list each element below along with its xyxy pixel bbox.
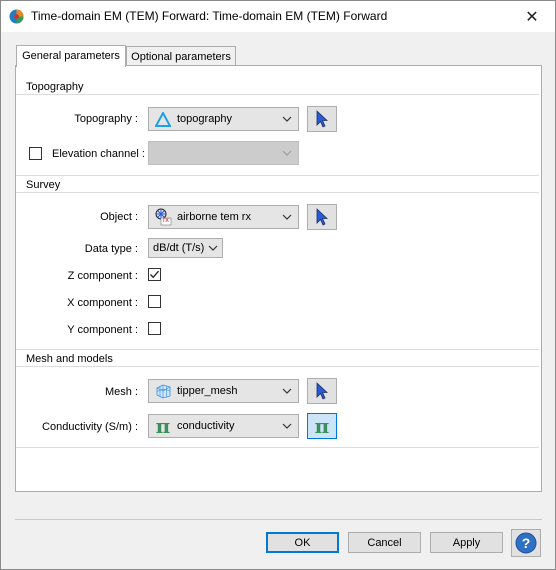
conductivity-select[interactable]: π conductivity [148, 414, 299, 438]
cancel-button[interactable]: Cancel [348, 532, 421, 553]
apply-button[interactable]: Apply [430, 532, 503, 553]
mesh-label: Mesh : [104, 386, 138, 398]
conductivity-label: Conductivity (S/m) : [42, 421, 138, 433]
x-component-label: X component : [67, 297, 138, 309]
close-button[interactable]: ✕ [509, 1, 555, 32]
mesh-pick-button[interactable] [307, 378, 337, 404]
z-component-checkbox[interactable] [148, 268, 161, 281]
elevation-channel-checkbox[interactable] [29, 147, 42, 160]
data-type-value: dB/dt (T/s) [153, 242, 205, 254]
help-icon: ? [515, 532, 537, 554]
topography-select-value: topography [177, 113, 233, 125]
mesh-grid-icon [154, 382, 172, 400]
chevron-down-icon [208, 245, 218, 251]
elevation-channel-select[interactable] [148, 141, 299, 165]
receiver-icon: rx [154, 208, 172, 226]
ok-button[interactable]: OK [266, 532, 339, 553]
topography-pick-button[interactable] [307, 106, 337, 132]
svg-text:?: ? [522, 535, 531, 551]
tab-panel: Topography Topography : topography Eleva… [15, 65, 542, 492]
tab-label: Optional parameters [131, 51, 231, 63]
footer-divider [15, 519, 542, 520]
app-logo-icon [9, 9, 24, 24]
data-type-select[interactable]: dB/dt (T/s) [148, 238, 223, 258]
title-bar: Time-domain EM (TEM) Forward: Time-domai… [1, 1, 555, 32]
mesh-group-title: Mesh and models [26, 353, 113, 365]
chevron-down-icon [282, 150, 292, 156]
x-component-checkbox[interactable] [148, 295, 161, 308]
conductivity-constant-toggle[interactable]: π [307, 413, 337, 439]
y-component-checkbox[interactable] [148, 322, 161, 335]
object-pick-button[interactable] [307, 204, 337, 230]
topography-label: Topography : [74, 113, 138, 125]
dialog-window: Time-domain EM (TEM) Forward: Time-domai… [0, 0, 556, 570]
object-select-value: airborne tem rx [177, 211, 251, 223]
data-type-label: Data type : [84, 243, 138, 255]
mesh-select-value: tipper_mesh [177, 385, 238, 397]
pi-icon: π [155, 414, 171, 438]
pi-icon: π [314, 414, 330, 438]
close-icon: ✕ [525, 8, 539, 26]
chevron-down-icon [282, 423, 292, 429]
help-button[interactable]: ? [511, 529, 541, 557]
cursor-arrow-icon [316, 110, 329, 128]
triangle-icon [154, 110, 172, 128]
z-component-label: Z component : [67, 270, 138, 282]
receiver-icon-text: rx [163, 217, 169, 224]
survey-group-title: Survey [26, 179, 61, 191]
conductivity-select-value: conductivity [177, 420, 235, 432]
tab-optional-parameters[interactable]: Optional parameters [126, 46, 236, 66]
y-component-label: Y component : [67, 324, 138, 336]
cursor-arrow-icon [316, 208, 329, 226]
elevation-channel-label: Elevation channel : [52, 148, 145, 160]
tab-general-parameters[interactable]: General parameters [16, 45, 126, 67]
cursor-arrow-icon [316, 382, 329, 400]
chevron-down-icon [282, 214, 292, 220]
window-title: Time-domain EM (TEM) Forward: Time-domai… [31, 9, 388, 23]
chevron-down-icon [282, 116, 292, 122]
chevron-down-icon [282, 388, 292, 394]
topography-group-title: Topography [26, 81, 84, 93]
object-label: Object : [100, 211, 138, 223]
topography-select[interactable]: topography [148, 107, 299, 131]
object-select[interactable]: rx airborne tem rx [148, 205, 299, 229]
mesh-select[interactable]: tipper_mesh [148, 379, 299, 403]
tab-label: General parameters [22, 50, 120, 62]
checkmark-icon [150, 270, 159, 279]
